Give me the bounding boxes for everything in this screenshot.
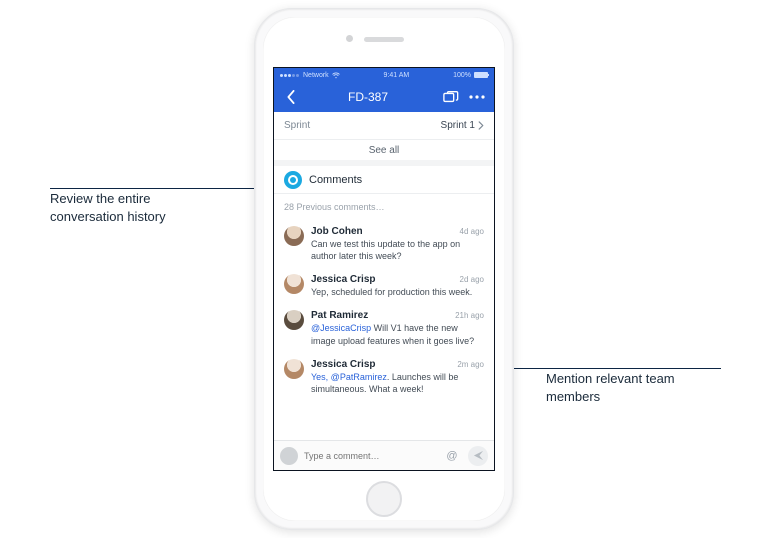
send-button[interactable]	[468, 446, 488, 466]
back-button[interactable]	[282, 88, 300, 106]
annotation-right: Mention relevant team members	[546, 370, 716, 405]
carrier-label: Network	[303, 72, 329, 79]
home-button[interactable]	[366, 481, 402, 517]
previous-comments-link[interactable]: 28 Previous comments…	[274, 194, 494, 220]
comment-list: Job Cohen 4d ago Can we test this update…	[274, 220, 494, 440]
field-label: Sprint	[284, 120, 310, 131]
chevron-right-icon	[478, 121, 484, 130]
wifi-icon	[332, 72, 340, 79]
window-icon[interactable]	[442, 88, 460, 106]
comment-author: Jessica Crisp	[311, 274, 376, 285]
avatar[interactable]	[284, 226, 304, 246]
see-all-button[interactable]: See all	[274, 140, 494, 166]
comment-text: Yes, @PatRamirez. Launches will be simul…	[311, 371, 484, 395]
avatar[interactable]	[284, 310, 304, 330]
comment-item: Jessica Crisp 2m ago Yes, @PatRamirez. L…	[274, 353, 494, 401]
comments-icon	[284, 171, 302, 189]
field-value: Sprint 1	[441, 120, 475, 131]
comments-title: Comments	[309, 174, 362, 186]
mention[interactable]: @JessicaCrisp	[311, 323, 371, 333]
page-title: FD-387	[300, 90, 436, 104]
phone-camera	[346, 35, 353, 42]
comment-author: Jessica Crisp	[311, 359, 376, 370]
battery-percent: 100%	[453, 72, 471, 79]
signal-icon	[280, 72, 300, 79]
comment-text: Can we test this update to the app on au…	[311, 238, 484, 262]
previous-comments-label: 28 Previous comments…	[284, 202, 385, 212]
navbar: FD-387	[274, 82, 494, 112]
more-icon[interactable]	[468, 88, 486, 106]
current-user-avatar	[280, 447, 298, 465]
comment-text: @JessicaCrisp Will V1 have the new image…	[311, 322, 484, 346]
see-all-label: See all	[369, 145, 400, 156]
comment-input-bar: @	[274, 440, 494, 470]
phone-speaker	[364, 37, 404, 42]
comment-time: 4d ago	[460, 227, 484, 236]
comment-author: Pat Ramirez	[311, 310, 368, 321]
battery-icon	[474, 72, 488, 78]
status-time: 9:41 AM	[384, 72, 410, 79]
mention[interactable]: Yes, @PatRamirez	[311, 372, 387, 382]
comment-item: Jessica Crisp 2d ago Yep, scheduled for …	[274, 268, 494, 304]
comment-item: Pat Ramirez 21h ago @JessicaCrisp Will V…	[274, 304, 494, 352]
avatar[interactable]	[284, 359, 304, 379]
mention-button[interactable]: @	[442, 446, 462, 466]
comment-author: Job Cohen	[311, 226, 363, 237]
comment-input[interactable]	[304, 451, 436, 461]
callout-line-right	[487, 368, 721, 369]
send-icon	[473, 450, 484, 461]
field-row-sprint[interactable]: Sprint Sprint 1	[274, 112, 494, 140]
comment-item: Job Cohen 4d ago Can we test this update…	[274, 220, 494, 268]
annotation-left: Review the entire conversation history	[50, 190, 220, 225]
status-bar: Network 9:41 AM 100%	[274, 68, 494, 82]
avatar[interactable]	[284, 274, 304, 294]
callout-line-left	[50, 188, 280, 189]
comments-header: Comments	[274, 166, 494, 194]
phone-frame: Network 9:41 AM 100% FD-387	[254, 8, 514, 530]
comment-text: Yep, scheduled for production this week.	[311, 286, 484, 298]
screen: Network 9:41 AM 100% FD-387	[273, 67, 495, 471]
comment-time: 2d ago	[460, 275, 484, 284]
comment-time: 2m ago	[457, 360, 484, 369]
comment-time: 21h ago	[455, 311, 484, 320]
